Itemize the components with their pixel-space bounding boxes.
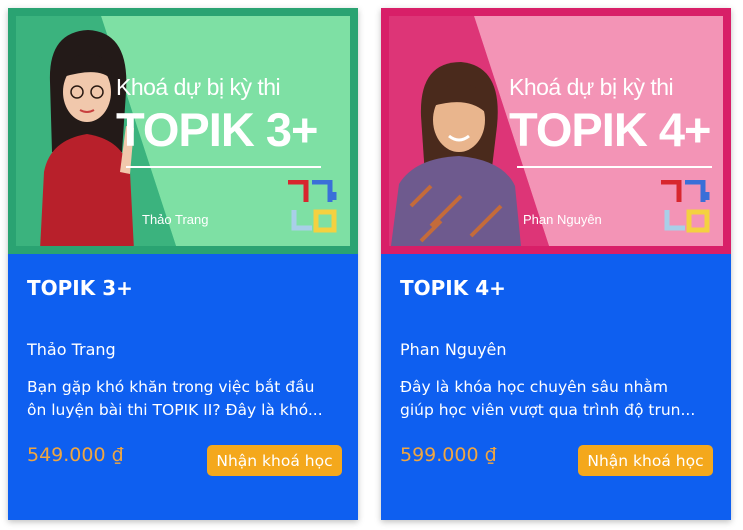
banner-underline	[517, 166, 712, 168]
course-teacher: Thảo Trang	[27, 340, 116, 359]
course-price: 599.000 ₫	[400, 444, 497, 466]
banner-underline	[126, 166, 321, 168]
banner-subtitle: Khoá dự bị kỳ thi	[116, 74, 281, 100]
banner-teacher-name: Phan Nguyên	[523, 212, 602, 227]
get-course-button[interactable]: Nhận khoá học	[578, 445, 713, 476]
course-title[interactable]: TOPIK 4+	[400, 276, 506, 300]
course-teacher: Phan Nguyên	[400, 340, 507, 359]
course-card[interactable]: Khoá dự bị kỳ thi TOPIK 4+ Phan Nguyên T…	[381, 8, 731, 520]
get-course-button[interactable]: Nhận khoá học	[207, 445, 342, 476]
banner-teacher-name: Thảo Trang	[142, 212, 209, 227]
hangul-logo-icon	[288, 180, 337, 233]
course-price: 549.000 ₫	[27, 444, 124, 466]
course-description: Bạn gặp khó khăn trong việc bắt đầu ôn l…	[27, 376, 347, 422]
banner-image: Khoá dự bị kỳ thi TOPIK 3+ Thảo Trang	[16, 16, 350, 246]
course-description: Đây là khóa học chuyên sâu nhằm giúp học…	[400, 376, 720, 422]
banner-image: Khoá dự bị kỳ thi TOPIK 4+ Phan Nguyên	[389, 16, 723, 246]
banner-title: TOPIK 3+	[116, 103, 318, 156]
banner-subtitle: Khoá dự bị kỳ thi	[509, 74, 674, 100]
banner-title: TOPIK 4+	[509, 103, 711, 156]
course-title[interactable]: TOPIK 3+	[27, 276, 133, 300]
hangul-logo-icon	[661, 180, 710, 233]
description-line: Đây là khóa học chuyên sâu nhằm	[400, 378, 669, 396]
course-banner[interactable]: Khoá dự bị kỳ thi TOPIK 4+ Phan Nguyên	[381, 8, 731, 254]
description-line: Bạn gặp khó khăn trong việc bắt đầu	[27, 378, 315, 396]
description-line: ôn luyện bài thi TOPIK II? Đây là khó...	[27, 401, 323, 419]
teacher-photo-icon	[391, 62, 521, 246]
course-banner[interactable]: Khoá dự bị kỳ thi TOPIK 3+ Thảo Trang	[8, 8, 358, 254]
course-card[interactable]: Khoá dự bị kỳ thi TOPIK 3+ Thảo Trang TO…	[8, 8, 358, 520]
description-line: giúp học viên vượt qua trình độ trun...	[400, 401, 696, 419]
